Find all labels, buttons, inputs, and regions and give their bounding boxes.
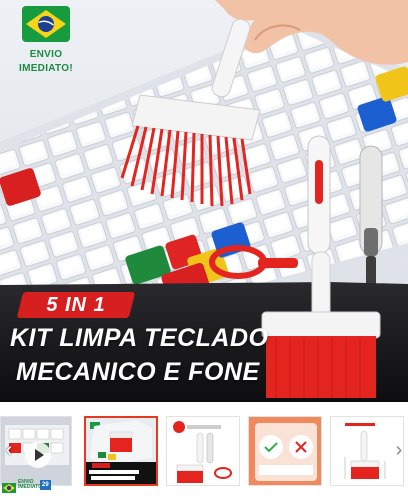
cleaning-pen-white bbox=[307, 135, 331, 255]
shipping-line1: ENVIO bbox=[29, 49, 63, 60]
title-line-2: MECANICO E FONE bbox=[16, 358, 260, 386]
chevron-left-icon[interactable]: ‹ bbox=[2, 440, 16, 460]
shipping-line2: IMEDIATO! bbox=[19, 63, 73, 74]
title-line-1: KIT LIMPA TECLADO bbox=[10, 324, 269, 352]
thumbnail-image-1[interactable] bbox=[84, 416, 158, 486]
thumbnail-image-2[interactable] bbox=[166, 416, 240, 486]
chevron-right-icon[interactable]: › bbox=[392, 440, 406, 460]
shipping-badge: ENVIO IMEDIATO! bbox=[6, 48, 86, 76]
thumb-date-badge: 29 bbox=[40, 480, 51, 490]
thumb-flag-icon bbox=[2, 480, 16, 493]
brazil-flag-icon bbox=[22, 6, 70, 42]
thumb-ship-text: ENVIO IMEDIATO bbox=[18, 479, 42, 490]
product-main-image[interactable]: ENVIO IMEDIATO! 5 IN 1 KIT LIMPA TECLADO… bbox=[0, 0, 408, 402]
play-icon[interactable] bbox=[25, 442, 51, 468]
badge-text: 5 IN 1 bbox=[46, 294, 106, 316]
thumbnail-image-3[interactable] bbox=[248, 416, 322, 486]
thumbnail-strip: ENVIO IMEDIATO 29 ‹ › bbox=[0, 402, 408, 493]
five-in-one-badge: 5 IN 1 bbox=[16, 292, 136, 318]
